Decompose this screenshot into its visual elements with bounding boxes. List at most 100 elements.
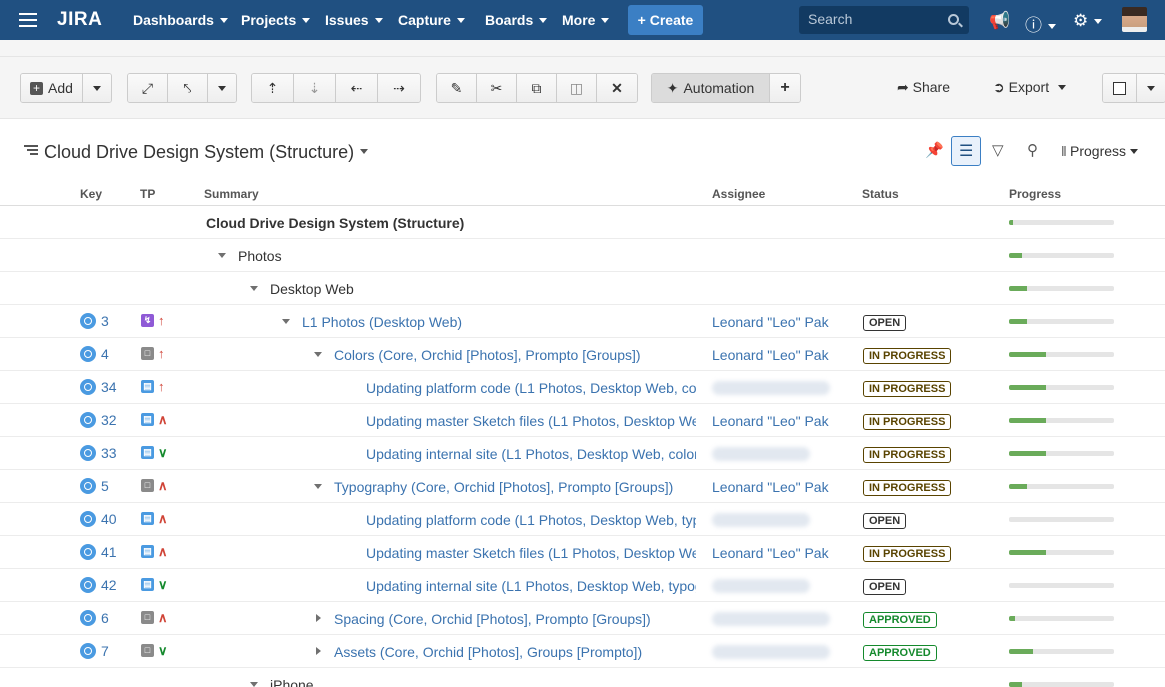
issue-key[interactable]: 7 [80, 643, 109, 659]
pin-icon[interactable]: 📌 [925, 141, 944, 159]
table-row[interactable]: iPhone [0, 668, 1165, 687]
table-row[interactable]: 34 ▤ ↑ Updating platform code (L1 Photos,… [0, 371, 1165, 404]
row-summary[interactable]: iPhone [270, 677, 696, 687]
move-left-button[interactable]: ⇠ [336, 74, 378, 102]
cut-button[interactable]: ✂ [477, 74, 517, 102]
megaphone-icon[interactable]: 📢 [989, 11, 1010, 31]
row-summary[interactable]: Updating master Sketch files (L1 Photos,… [366, 413, 696, 429]
add-automation-button[interactable]: + [770, 74, 800, 102]
table-row[interactable]: 7 □ ∨ Assets (Core, Orchid [Photos], Grou… [0, 635, 1165, 668]
help-icon[interactable]: ⓘ [1025, 11, 1056, 36]
row-assignee[interactable]: Leonard "Leo" Pak [712, 314, 829, 330]
column-header-key[interactable]: Key [80, 187, 102, 201]
filter-icon[interactable]: ▽ [992, 141, 1004, 159]
collapse-icon[interactable] [218, 253, 226, 258]
expand-icon[interactable] [316, 614, 321, 622]
collapse-icon[interactable] [282, 319, 290, 324]
progress-view-selector[interactable]: Progress [1060, 143, 1138, 159]
row-assignee[interactable]: Leonard "Leo" Pak [712, 545, 829, 561]
add-button[interactable]: + Add [21, 74, 83, 102]
search-icon[interactable] [948, 14, 959, 25]
row-summary[interactable]: Updating platform code (L1 Photos, Deskt… [366, 380, 696, 396]
status-badge[interactable]: OPEN [863, 513, 907, 529]
column-header-tp[interactable]: TP [140, 187, 155, 201]
column-header-summary[interactable]: Summary [204, 187, 259, 201]
status-badge[interactable]: IN PROGRESS [863, 348, 952, 364]
collapse-button[interactable]: ⤣ [168, 74, 208, 102]
nav-issues[interactable]: Issues [325, 12, 383, 28]
issue-key[interactable]: 41 [80, 544, 117, 560]
automation-button[interactable]: ✦ Automation [652, 74, 770, 102]
structure-title[interactable]: Cloud Drive Design System (Structure) [44, 142, 354, 163]
row-summary[interactable]: Updating internal site (L1 Photos, Deskt… [366, 446, 696, 462]
nav-capture[interactable]: Capture [398, 12, 465, 28]
table-row[interactable]: Photos [0, 239, 1165, 272]
column-header-status[interactable]: Status [862, 187, 899, 201]
paste-button[interactable]: ◫ [557, 74, 597, 102]
status-badge[interactable]: IN PROGRESS [863, 546, 952, 562]
table-row[interactable]: 5 □ ∧ Typography (Core, Orchid [Photos], … [0, 470, 1165, 503]
row-summary[interactable]: Assets (Core, Orchid [Photos], Groups [P… [334, 644, 696, 660]
delete-button[interactable]: ✕ [597, 74, 637, 102]
table-row[interactable]: 40 ▤ ∧ Updating platform code (L1 Photos,… [0, 503, 1165, 536]
column-header-assignee[interactable]: Assignee [712, 187, 765, 201]
row-summary[interactable]: L1 Photos (Desktop Web) [302, 314, 696, 330]
expand-dropdown-button[interactable] [208, 74, 236, 102]
row-assignee[interactable]: Leonard "Leo" Pak [712, 413, 829, 429]
expand-button[interactable]: ⤢ [128, 74, 168, 102]
table-row[interactable]: 6 □ ∧ Spacing (Core, Orchid [Photos], Pro… [0, 602, 1165, 635]
app-switcher-icon[interactable] [19, 13, 37, 27]
share-button[interactable]: ➦ Share [897, 79, 950, 96]
move-down-button[interactable]: ⇣ [294, 74, 336, 102]
row-summary[interactable]: Typography (Core, Orchid [Photos], Promp… [334, 479, 696, 495]
move-right-button[interactable]: ⇢ [378, 74, 420, 102]
issue-key[interactable]: 42 [80, 577, 117, 593]
status-badge[interactable]: IN PROGRESS [863, 447, 952, 463]
column-header-progress[interactable]: Progress [1009, 187, 1061, 201]
issue-key[interactable]: 5 [80, 478, 109, 494]
move-up-button[interactable]: ⇡ [252, 74, 294, 102]
edit-button[interactable]: ✎ [437, 74, 477, 102]
create-button[interactable]: + Create [628, 5, 703, 35]
table-row[interactable]: 41 ▤ ∧ Updating master Sketch files (L1 P… [0, 536, 1165, 569]
row-summary[interactable]: Desktop Web [270, 281, 696, 297]
export-button[interactable]: ➲ Export [993, 79, 1066, 96]
issue-key[interactable]: 32 [80, 412, 117, 428]
collapse-icon[interactable] [314, 484, 322, 489]
status-badge[interactable]: APPROVED [863, 645, 937, 661]
row-summary[interactable]: Updating internal site (L1 Photos, Deskt… [366, 578, 696, 594]
collapse-icon[interactable] [314, 352, 322, 357]
table-row[interactable]: 4 □ ↑ Colors (Core, Orchid [Photos], Prom… [0, 338, 1165, 371]
issue-key[interactable]: 4 [80, 346, 109, 362]
table-row[interactable]: Cloud Drive Design System (Structure) [0, 206, 1165, 239]
nav-boards[interactable]: Boards [485, 12, 548, 28]
view-dropdown-button[interactable] [1137, 74, 1165, 102]
chevron-down-icon[interactable] [360, 149, 368, 154]
search-box[interactable] [799, 6, 969, 34]
table-row[interactable]: 42 ▤ ∨ Updating internal site (L1 Photos,… [0, 569, 1165, 602]
add-dropdown-button[interactable] [83, 74, 111, 102]
table-row[interactable]: 32 ▤ ∧ Updating master Sketch files (L1 P… [0, 404, 1165, 437]
nav-more[interactable]: More [562, 12, 610, 28]
status-badge[interactable]: IN PROGRESS [863, 381, 952, 397]
row-summary[interactable]: Cloud Drive Design System (Structure) [206, 215, 696, 231]
row-summary[interactable]: Updating master Sketch files (L1 Photos,… [366, 545, 696, 561]
row-assignee[interactable]: Leonard "Leo" Pak [712, 347, 829, 363]
status-badge[interactable]: APPROVED [863, 612, 937, 628]
collapse-icon[interactable] [250, 286, 258, 291]
collapse-icon[interactable] [250, 682, 258, 687]
table-row[interactable]: Desktop Web [0, 272, 1165, 305]
search-icon[interactable]: ⚲ [1027, 141, 1038, 159]
table-row[interactable]: 3 ↯ ↑ L1 Photos (Desktop Web) Leonard "Le… [0, 305, 1165, 338]
table-row[interactable]: 33 ▤ ∨ Updating internal site (L1 Photos,… [0, 437, 1165, 470]
row-summary[interactable]: Photos [238, 248, 696, 264]
status-badge[interactable]: OPEN [863, 315, 907, 331]
nav-dashboards[interactable]: Dashboards [133, 12, 228, 28]
gear-icon[interactable]: ⚙ [1073, 11, 1103, 31]
row-summary[interactable]: Spacing (Core, Orchid [Photos], Prompto … [334, 611, 696, 627]
issue-key[interactable]: 3 [80, 313, 109, 329]
search-input[interactable] [808, 11, 938, 27]
issue-key[interactable]: 40 [80, 511, 117, 527]
issue-key[interactable]: 33 [80, 445, 117, 461]
layers-button[interactable]: ☰ [951, 136, 981, 166]
